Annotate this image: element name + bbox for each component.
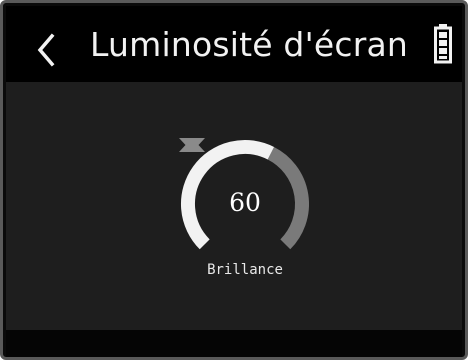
chevron-left-icon xyxy=(37,33,55,67)
triangle-down-icon[interactable] xyxy=(179,138,205,152)
content-area: 60 Brillance xyxy=(6,82,462,330)
brightness-value: 60 xyxy=(229,188,261,217)
page-title: Luminosité d'écran xyxy=(90,25,409,64)
title-bar: Luminosité d'écran xyxy=(6,6,462,82)
battery-icon xyxy=(434,24,452,64)
back-button[interactable] xyxy=(36,32,56,68)
footer-bar xyxy=(6,330,462,357)
screen: Luminosité d'écran 60 Brillance xyxy=(6,6,462,357)
device-frame: Luminosité d'écran 60 Brillance xyxy=(0,0,468,360)
brightness-dial[interactable]: 60 xyxy=(179,138,311,270)
dial-track-inactive xyxy=(267,146,309,250)
brightness-label: Brillance xyxy=(207,262,283,278)
